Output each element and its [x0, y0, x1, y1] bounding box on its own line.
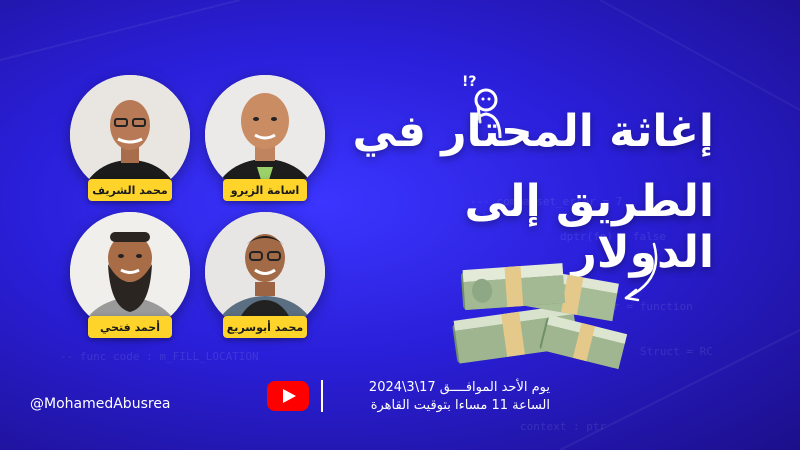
speaker-photo-frame [205, 75, 325, 195]
speaker-photo [70, 75, 190, 195]
speaker-photo-frame [70, 212, 190, 332]
play-icon [283, 389, 296, 403]
divider [321, 380, 323, 412]
speaker-card: أحمد فتحي [70, 212, 190, 352]
svg-text:!?: !? [462, 74, 477, 90]
speaker-name: اسامة الزيرو [223, 179, 307, 201]
speaker-photo-frame [205, 212, 325, 332]
background-code: Struct = RC [640, 345, 713, 358]
speaker-card: اسامة الزيرو [205, 75, 325, 215]
youtube-icon [267, 381, 309, 411]
speaker-card: محمد الشريف [70, 75, 190, 215]
page-title-line-1: إغاثة المحتار في [352, 106, 714, 157]
speaker-photo [205, 75, 325, 195]
speaker-photo-frame [70, 75, 190, 195]
speaker-photo [205, 212, 325, 332]
speaker-name: محمد الشريف [88, 179, 172, 201]
speaker-photo [70, 212, 190, 332]
speaker-name: محمد أبوسريع [223, 316, 307, 338]
social-handle: @MohamedAbusrea [30, 396, 171, 412]
speaker-card: محمد أبوسريع [205, 212, 325, 352]
event-time: الساعة 11 مساءا بتوقيت القاهرة [370, 398, 550, 413]
money-stack-icon [452, 263, 628, 370]
event-date: يوم الأحد الموافــــق 17\3\2024 [368, 380, 550, 395]
speaker-name: أحمد فتحي [88, 316, 172, 338]
background-code: context : ptr [520, 420, 607, 433]
